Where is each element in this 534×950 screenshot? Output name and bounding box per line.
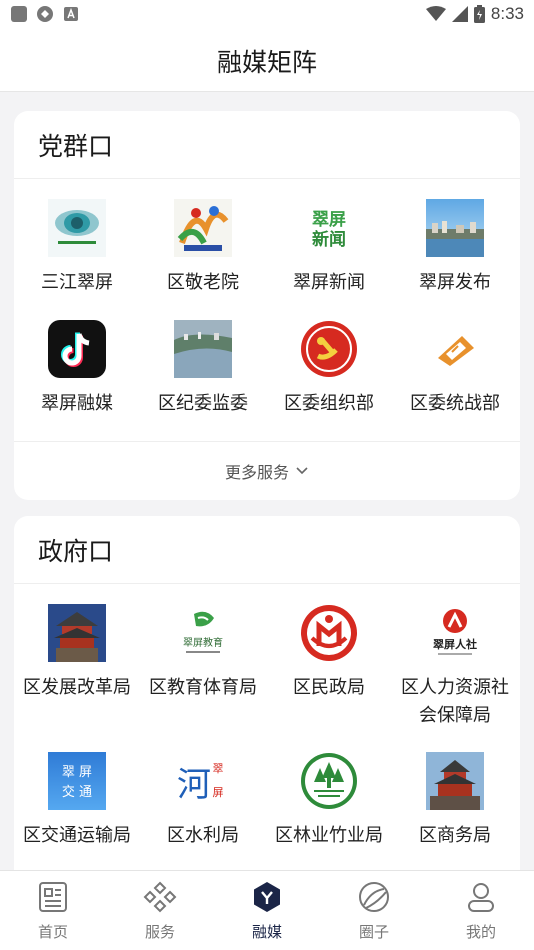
service-item-nursing-home[interactable]: 区敬老院: [140, 199, 266, 297]
service-item-water[interactable]: 河 翠 屏 区水利局: [140, 752, 266, 850]
font-notification-icon: [64, 7, 78, 21]
service-item-cuiping-news[interactable]: 翠屏 新闻 翠屏新闻: [266, 199, 392, 297]
logo-text-line1: 翠 屏: [62, 765, 92, 780]
nursing-home-logo-icon: [174, 199, 232, 257]
logo-text: 翠屏教育: [183, 636, 223, 649]
sync-notification-icon: [37, 6, 53, 22]
bottom-tab-bar: 首页 服务 融媒 圈子 我的: [0, 870, 534, 950]
service-label: 三江翠屏: [41, 272, 113, 293]
service-label: 区教育体育局: [149, 677, 257, 698]
logo-text-glyph: 河: [177, 765, 211, 805]
service-label: 区人力资源社 会保障局: [392, 674, 518, 730]
service-label: 区交通运输局: [23, 825, 131, 846]
section-card-government: 政府口 区发展改革局 翠屏教育 区教育体育局 区民政局 翠屏人社 区人力资源社 …: [14, 516, 520, 870]
service-label: 翠屏新闻: [293, 272, 365, 293]
tab-mine[interactable]: 我的: [428, 871, 534, 950]
service-item-commerce[interactable]: 区商务局: [392, 752, 518, 850]
education-logo-icon: 翠屏教育: [174, 604, 232, 662]
tab-label: 服务: [144, 923, 175, 941]
service-label: 翠屏融媒: [41, 393, 113, 414]
water-logo-icon: 河 翠 屏: [174, 752, 232, 810]
signal-icon: [451, 6, 468, 22]
service-item-education-sports[interactable]: 翠屏教育 区教育体育局: [140, 604, 266, 702]
service-label: 区林业竹业局: [275, 825, 383, 846]
party-emblem-icon: [300, 320, 358, 378]
service-label: 区敬老院: [167, 272, 239, 293]
page-title: 融媒矩阵: [216, 47, 317, 77]
service-item-development-reform[interactable]: 区发展改革局: [14, 604, 140, 702]
more-services-label: 更多服务: [224, 463, 289, 482]
service-label: 区水利局: [167, 825, 239, 846]
logo-text: 翠屏人社: [433, 637, 477, 651]
service-item-sanjiang[interactable]: 三江翠屏: [14, 199, 140, 297]
service-label-line: 会保障局: [419, 705, 491, 726]
service-item-cuiping-release[interactable]: 翠屏发布: [392, 199, 518, 297]
rongmei-hexagon-icon: [254, 882, 280, 912]
tab-label: 首页: [37, 923, 68, 941]
cuiping-news-logo-icon: 翠屏 新闻: [300, 199, 358, 257]
city-photo-icon: [426, 199, 484, 257]
tab-home[interactable]: 首页: [0, 871, 106, 950]
more-services-button[interactable]: 更多服务: [14, 441, 520, 500]
wifi-icon: [425, 6, 446, 21]
commerce-tower-photo-icon: [426, 752, 484, 810]
service-item-transport[interactable]: 翠 屏 交 通 区交通运输局: [14, 752, 140, 850]
tab-label: 融媒: [251, 923, 282, 941]
tab-services[interactable]: 服务: [107, 871, 213, 950]
civil-affairs-logo-icon: [300, 604, 358, 662]
service-item-organization[interactable]: 区委组织部: [266, 320, 392, 418]
hr-logo-icon: 翠屏人社: [426, 604, 484, 662]
tab-label: 圈子: [358, 923, 389, 941]
circle-orbit-icon: [359, 882, 389, 912]
logo-text-small2: 屏: [213, 786, 224, 799]
river-town-photo-icon: [174, 320, 232, 378]
logo-text-line2: 新闻: [312, 229, 346, 250]
forestry-logo-icon: [300, 752, 358, 810]
app-notification-icon: [11, 6, 27, 22]
logo-text-line2: 交 通: [62, 784, 92, 800]
service-label: 区民政局: [293, 677, 365, 698]
service-label: 区发展改革局: [23, 677, 131, 698]
logo-text-line1: 翠屏: [312, 210, 346, 230]
user-icon: [468, 883, 494, 912]
service-label: 翠屏发布: [419, 272, 491, 293]
service-label: 区纪委监委: [158, 393, 248, 414]
sanjiang-cuiping-logo-icon: [48, 199, 106, 257]
service-label-line: 区人力资源社: [401, 677, 509, 698]
section-title: 政府口: [14, 516, 520, 584]
content-scroll[interactable]: 党群口 三江翠屏 区敬老院 翠屏 新闻 翠屏新闻 翠屏发布 翠屏融媒 区纪委监委…: [0, 92, 534, 870]
chevron-down-icon: [296, 467, 308, 475]
tab-label: 我的: [465, 923, 496, 941]
section-card-party: 党群口 三江翠屏 区敬老院 翠屏 新闻 翠屏新闻 翠屏发布 翠屏融媒 区纪委监委…: [14, 111, 520, 500]
tab-circle[interactable]: 圈子: [321, 871, 427, 950]
service-item-forestry[interactable]: 区林业竹业局: [266, 752, 392, 850]
status-bar: 8:33: [0, 0, 534, 30]
transport-logo-icon: 翠 屏 交 通: [48, 752, 106, 810]
service-label: 区商务局: [419, 825, 491, 846]
header: 融媒矩阵: [0, 30, 534, 92]
service-label: 区委统战部: [410, 393, 500, 414]
battery-icon: [473, 5, 485, 23]
logo-text-small1: 翠: [213, 762, 224, 775]
clock: 8:33: [490, 4, 524, 23]
section-title: 党群口: [14, 111, 520, 179]
united-front-logo-icon: [426, 320, 484, 378]
diamonds-icon: [143, 881, 177, 913]
service-item-human-resources[interactable]: 翠屏人社 区人力资源社 会保障局: [392, 604, 518, 730]
service-item-discipline[interactable]: 区纪委监委: [140, 320, 266, 418]
service-item-united-front[interactable]: 区委统战部: [392, 320, 518, 418]
service-label: 区委组织部: [284, 393, 374, 414]
tiktok-logo-icon: [48, 320, 106, 378]
service-item-civil-affairs[interactable]: 区民政局: [266, 604, 392, 702]
tower-photo-icon: [48, 604, 106, 662]
tab-rongmei[interactable]: 融媒: [214, 871, 320, 950]
newspaper-icon: [39, 882, 67, 912]
service-item-cuiping-rongmei[interactable]: 翠屏融媒: [14, 320, 140, 418]
